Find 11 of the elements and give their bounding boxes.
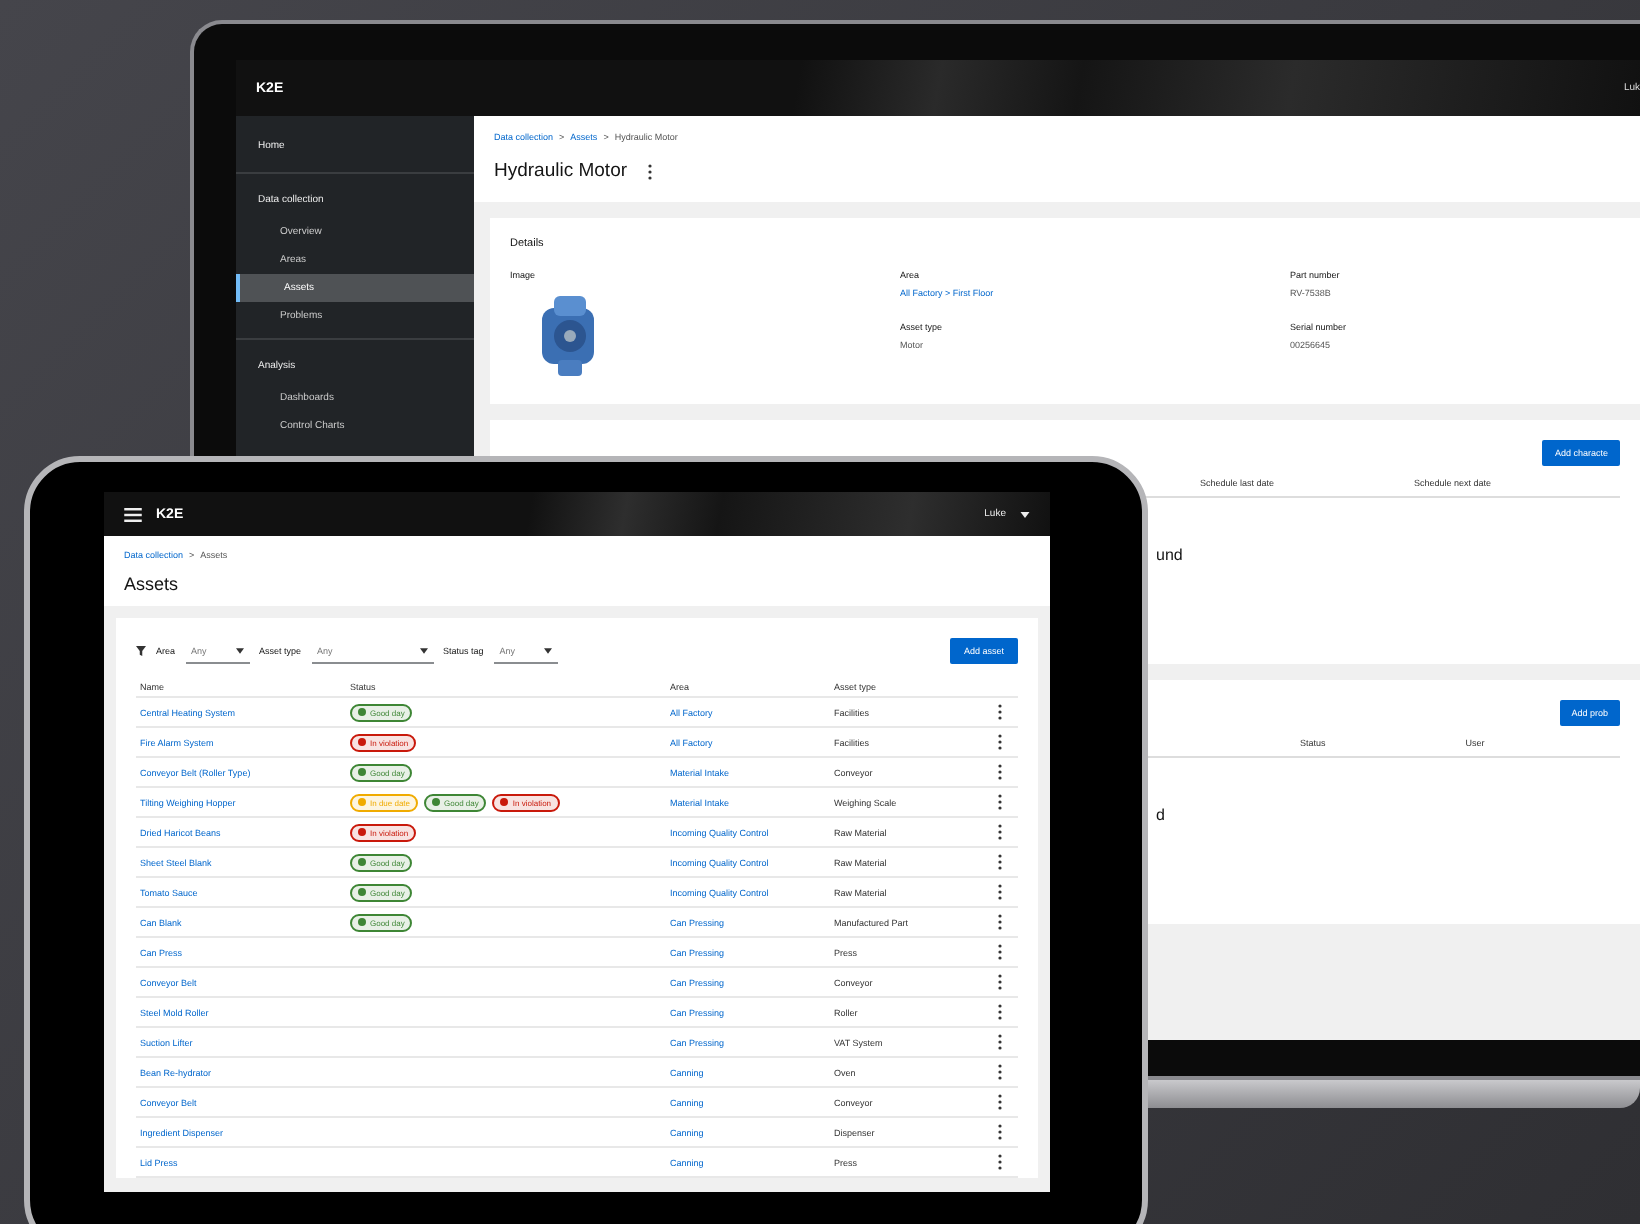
empty-state-text: und [1156,546,1185,564]
kebab-menu-icon[interactable] [647,163,652,179]
filter-icon [136,646,146,656]
caret-icon[interactable] [1020,511,1030,517]
page-title: Assets [124,574,181,594]
menu-icon[interactable] [124,507,142,521]
caret-icon[interactable] [235,647,244,653]
caret-icon[interactable] [543,647,552,653]
page-title: Hydraulic Motor [494,160,628,182]
empty-state-text: d [1156,806,1167,824]
caret-icon[interactable] [419,647,428,653]
